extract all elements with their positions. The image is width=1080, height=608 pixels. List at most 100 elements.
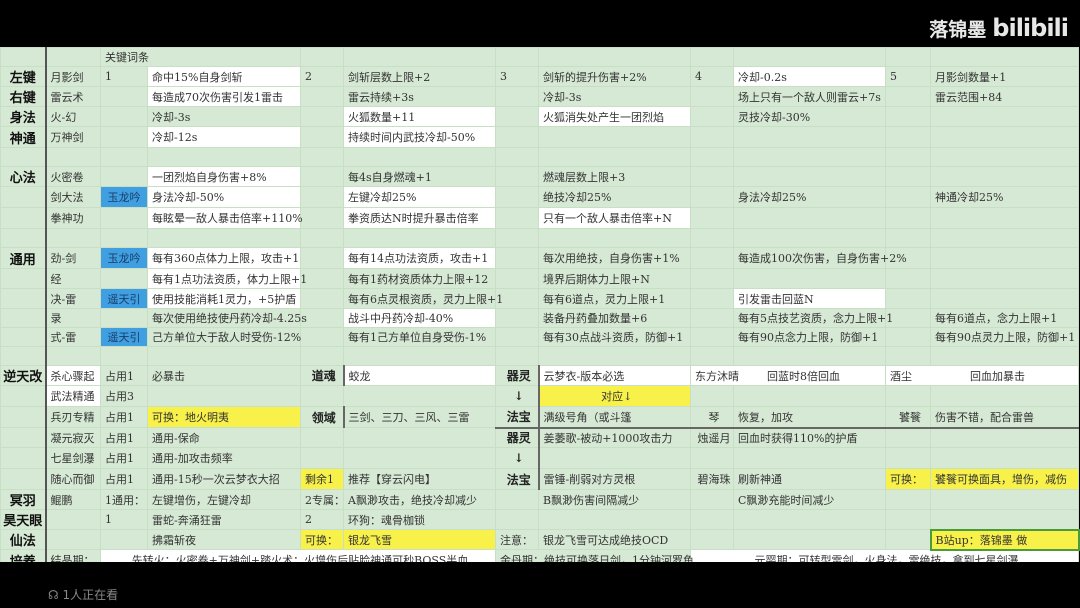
empty-cell (300, 247, 344, 269)
fabao-label: 法宝 (495, 468, 539, 490)
cell: 每有6点灵根资质，灵力上限+1 (343, 288, 503, 309)
empty-cell (885, 186, 931, 208)
cell: 每有360点体力上限，攻击+1 (147, 247, 301, 269)
cell: 银龙飞雪 (343, 529, 496, 550)
arrow-down-icon: ↓ (495, 385, 539, 407)
nitiangai-row: 随心而御 占用1 通用-15秒一次云梦衣大招 剩余1 推荐【穿云闪电】 法宝 雷锤-削弱对方… (0, 468, 1079, 490)
tongyong-row: 通用 劲-剑 玉龙吟 每有360点体力上限，攻击+1 每有14点功法资质，攻击+1 每次用… (0, 247, 1079, 269)
empty-cell (0, 147, 47, 167)
daohun-value: 蛟龙 (342, 365, 496, 386)
empty-cell (300, 327, 344, 347)
empty-cell (0, 207, 47, 229)
cell: 占用1 (100, 365, 148, 386)
empty-cell (147, 228, 301, 248)
nitiangai-row: 七星剑瀑 占用1 通用-加攻击频率 ↓ (0, 447, 1079, 469)
cell: 燃魂层数上限+3 (538, 166, 691, 187)
bilibili-logo: bilibili (992, 14, 1069, 42)
empty-cell (538, 126, 691, 148)
arrow-down-icon: ↓ (495, 447, 539, 469)
empty-cell (495, 346, 539, 366)
cell: 己方单位大于敌人时受伤-12% (147, 327, 301, 347)
cell: C飘渺充能时间减少 (733, 489, 886, 510)
category-label: 心法 (0, 166, 47, 187)
empty-cell (690, 247, 734, 269)
skill-row: 神通 万神剑 冷却-12s 持续时间内武技冷却-50% (0, 126, 1079, 148)
cell: 每有90点念力上限，防御+1 (733, 327, 886, 347)
empty-cell (100, 106, 148, 127)
cell: 酒尘 回血加暴击 (885, 365, 1079, 386)
cell: 冷却-3s (538, 86, 691, 107)
cell: 每造成100次伤害，自身伤害+2% (733, 247, 907, 269)
empty-cell (930, 147, 1079, 167)
build-table: 关键词条 左键 月影剑 1 命中15%自身剑斩 2 剑斩层数上限+2 3 剑斩的提升伤害+2%… (0, 47, 1080, 571)
empty-cell (733, 346, 886, 366)
empty-cell (495, 489, 539, 510)
video-footer: ☊ 1人正在看 (0, 562, 1080, 608)
cell: 满级号角（或斗篷 (537, 406, 691, 429)
skill-name: 决-雷 (45, 288, 101, 309)
skill-name: 七星剑瀑 (45, 447, 101, 469)
skill-name: 式-雷 (45, 327, 101, 347)
cell: 雷云持续+3s (343, 86, 496, 107)
cell: 推荐【穿云闪电】 (343, 468, 496, 490)
cell: 持续时间内武技冷却-50% (343, 126, 496, 148)
viewer-count: ☊ 1人正在看 (48, 586, 118, 603)
empty-cell (930, 106, 1079, 127)
cell: 占用1 (100, 468, 148, 490)
category-label: 仙法 (0, 529, 47, 550)
empty-cell (690, 385, 734, 407)
lingyu-label: 领域 (300, 406, 344, 428)
empty-cell (343, 228, 496, 248)
empty-cell (300, 427, 344, 448)
empty-cell (0, 186, 47, 208)
empty-cell (495, 327, 539, 347)
spreadsheet: 关键词条 左键 月影剑 1 命中15%自身剑斩 2 剑斩层数上限+2 3 剑斩的提升伤害+2%… (0, 47, 1080, 571)
empty-cell (147, 346, 301, 366)
cell: B飘渺伤害间隔减少 (538, 489, 691, 510)
empty-cell (0, 268, 47, 289)
empty-cell (343, 346, 496, 366)
tongyong-row: 决-雷 遥天引 使用技能消耗1灵力，+5护盾 每有6点灵根资质，灵力上限+1 每有6道点… (0, 288, 1079, 309)
empty-cell (300, 166, 344, 187)
cell: 东方沐晴 (695, 369, 739, 383)
skill-name: 火-幻 (45, 106, 101, 127)
empty-cell (538, 228, 691, 248)
empty-cell (0, 327, 47, 347)
cell: 可换： (300, 529, 344, 550)
cell: 身法冷却-50% (147, 186, 301, 208)
empty-cell (100, 529, 148, 550)
watermark-author: 落锦墨 (929, 19, 987, 41)
skill-row: 右键 雷云术 每造成70次伤害引发1雷击 雷云持续+3s 冷却-3s 场上只有一个敌人则雷… (0, 86, 1079, 107)
empty-cell (343, 147, 496, 167)
category-label: 昊天眼 (0, 509, 47, 530)
empty-cell (885, 106, 931, 127)
empty-cell (690, 47, 734, 67)
empty-cell (343, 385, 496, 407)
empty-cell (300, 288, 344, 309)
cell: 通用-保命 (147, 427, 301, 448)
empty-cell (930, 247, 1079, 269)
empty-cell (690, 126, 734, 148)
empty-cell (300, 147, 344, 167)
empty-cell (495, 126, 539, 148)
empty-cell (733, 126, 886, 148)
empty-cell (495, 207, 539, 229)
empty-cell (690, 327, 734, 347)
empty-cell (538, 346, 691, 366)
empty-cell (885, 268, 931, 289)
empty-cell (885, 126, 931, 148)
empty-cell (0, 288, 47, 309)
cell: 云梦衣-版本必选 (537, 365, 691, 386)
cell: 2 (300, 509, 344, 530)
empty-cell (690, 186, 734, 208)
fabao-label: 法宝 (495, 406, 539, 429)
empty-cell (538, 509, 691, 530)
cell: 伤害不错，配合雷兽 (930, 406, 1079, 429)
cell: 饕餮可换面具，增伤，减伤 (930, 468, 1079, 490)
empty-cell (147, 147, 301, 167)
empty-cell (885, 447, 931, 469)
cell: 每有1己方单位自身受伤-1% (343, 327, 496, 347)
empty-cell (300, 228, 344, 248)
empty-cell (930, 268, 1079, 289)
empty-cell (690, 106, 734, 127)
